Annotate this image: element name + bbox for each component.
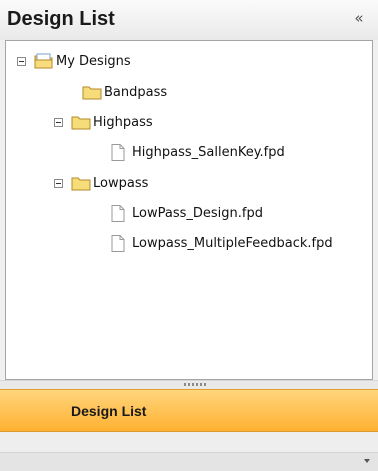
collapse-toggle-icon[interactable]: [54, 117, 63, 127]
tree-node-label: Highpass: [93, 114, 153, 130]
collapse-toggle-icon[interactable]: [17, 56, 26, 66]
resize-splitter[interactable]: [0, 380, 378, 389]
collapse-toggle-icon[interactable]: [54, 178, 63, 188]
tree-file-highpass-sallenkey[interactable]: Highpass_SallenKey.fpd: [111, 140, 285, 164]
overflow-strip: [0, 452, 378, 471]
folder-icon: [71, 177, 91, 191]
file-icon: [111, 204, 125, 222]
design-list-panel: Design List « My Designs Bandpass Highpa…: [0, 0, 378, 471]
file-icon: [111, 234, 125, 252]
double-chevron-left-icon: «: [354, 9, 364, 27]
tree-node-label: Lowpass: [93, 175, 149, 191]
grip-icon: [184, 383, 208, 386]
folder-open-icon: [34, 53, 53, 69]
tree-node-lowpass[interactable]: Lowpass: [54, 171, 148, 195]
panel-title: Design List: [7, 8, 115, 30]
dropdown-arrow-icon[interactable]: [364, 459, 370, 463]
folder-icon: [71, 116, 91, 130]
tree-file-lowpass-design[interactable]: LowPass_Design.fpd: [111, 201, 263, 225]
tab-design-list[interactable]: Design List: [0, 389, 378, 432]
folder-icon: [82, 86, 102, 100]
tab-label: Design List: [71, 403, 147, 419]
tree-file-label: Lowpass_MultipleFeedback.fpd: [132, 235, 333, 251]
file-icon: [111, 143, 125, 161]
tree-node-my-designs[interactable]: My Designs: [17, 49, 131, 73]
tree-file-label: Highpass_SallenKey.fpd: [132, 144, 285, 160]
design-tree: My Designs Bandpass Highpass Highpass_Sa…: [5, 40, 373, 380]
panel-footer: [0, 432, 378, 471]
tree-file-label: LowPass_Design.fpd: [132, 205, 263, 221]
tree-node-bandpass[interactable]: Bandpass: [82, 80, 167, 104]
panel-header: Design List «: [0, 0, 378, 40]
tree-node-label: My Designs: [56, 53, 131, 69]
tree-node-label: Bandpass: [104, 84, 168, 100]
tree-file-lowpass-multiplefeedback[interactable]: Lowpass_MultipleFeedback.fpd: [111, 231, 333, 255]
tree-node-highpass[interactable]: Highpass: [54, 110, 153, 134]
collapse-panel-button[interactable]: «: [350, 9, 368, 27]
